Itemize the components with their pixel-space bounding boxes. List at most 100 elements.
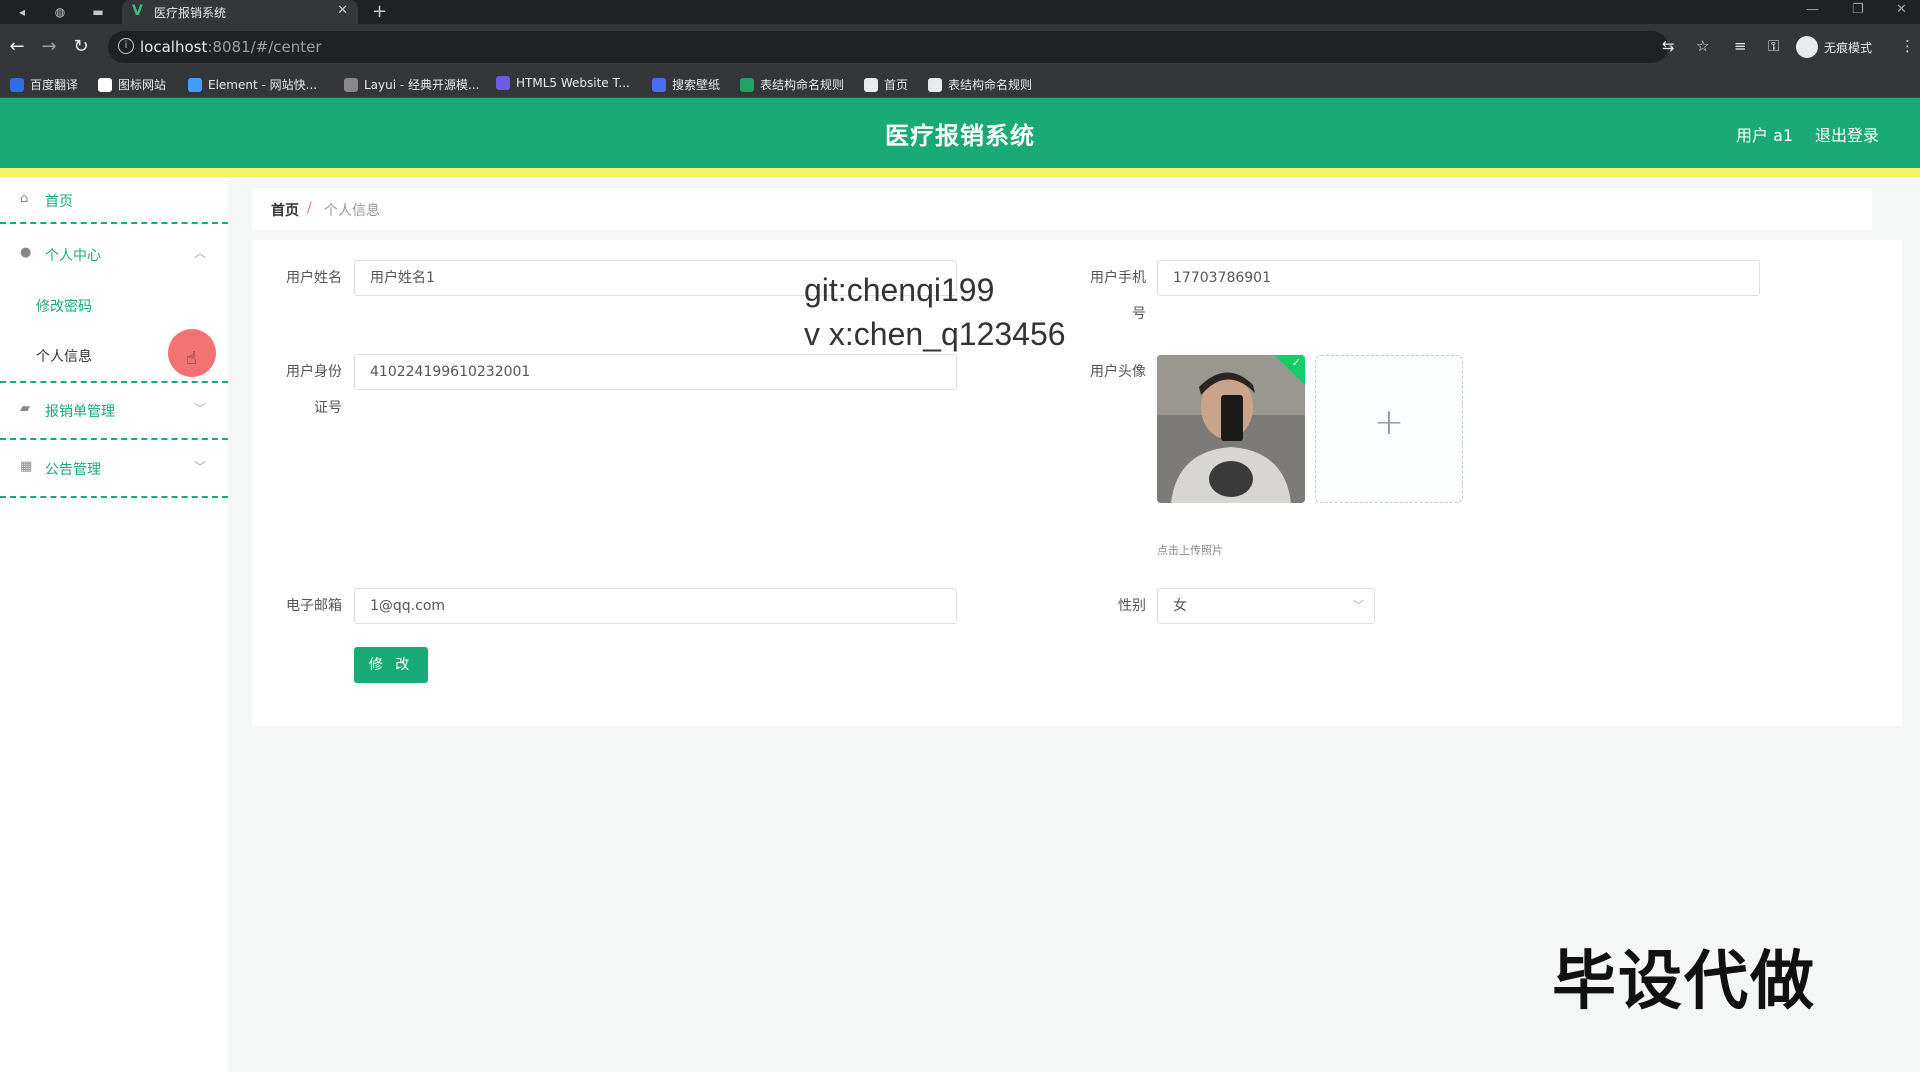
sidebar-item-reimbursement[interactable]: ▰ 报销单管理 ﹀ xyxy=(0,387,228,435)
gender-select[interactable]: 女 ﹀ xyxy=(1157,588,1375,624)
briefcase-icon: ▰ xyxy=(20,401,30,416)
plus-icon: + xyxy=(1373,402,1405,443)
address-url[interactable]: localhost:8081/#/center xyxy=(140,38,322,56)
site-info-icon[interactable]: i xyxy=(118,38,134,54)
id-number-label: 用户身份 xyxy=(286,364,342,380)
browser-menu-icon[interactable]: ⋮ xyxy=(1900,37,1915,55)
bookmark-item[interactable]: 百度翻译 xyxy=(10,76,78,93)
reload-icon[interactable]: ↻ xyxy=(70,36,92,58)
breadcrumb: 首页 / 个人信息 xyxy=(252,188,1872,230)
chevron-down-icon: ﹀ xyxy=(1353,599,1364,612)
breadcrumb-separator: / xyxy=(307,200,312,216)
sidebar-item-label: 个人中心 xyxy=(45,248,101,264)
avatar[interactable]: ✓ xyxy=(1157,355,1305,503)
key-icon[interactable]: ⚿ xyxy=(1768,37,1779,55)
sidebar-item-home[interactable]: ⌂ 首页 xyxy=(0,177,228,225)
restore-icon[interactable]: ❐ xyxy=(1852,2,1864,17)
address-bar[interactable]: i localhost:8081/#/center xyxy=(108,31,1668,63)
bookmark-favicon-icon xyxy=(188,77,202,92)
contact-watermark: v x:chen_q123456 xyxy=(804,316,1066,352)
avatar-upload-button[interactable]: + xyxy=(1315,355,1463,503)
phone-label: 用户手机 xyxy=(1090,270,1146,286)
tab-window-icon[interactable]: ▬ xyxy=(88,3,108,21)
sidebar-item-personal-center[interactable]: ● 个人中心 ︿ xyxy=(0,231,228,279)
vue-favicon-icon: V xyxy=(132,3,143,19)
sidebar-item-change-password[interactable]: 修改密码 xyxy=(36,296,92,316)
bookmark-favicon-icon xyxy=(928,77,942,92)
back-icon[interactable]: ← xyxy=(6,36,28,58)
bookmark-favicon-icon xyxy=(496,76,510,90)
bookmark-favicon-icon xyxy=(98,77,112,92)
sidebar-item-notice[interactable]: ▦ 公告管理 ﹀ xyxy=(0,445,228,493)
tab-audio-icon[interactable]: ◂ xyxy=(12,3,32,21)
bookmark-favicon-icon xyxy=(740,77,754,92)
phone-label-cont: 号 xyxy=(1132,306,1146,322)
chevron-up-icon: ︿ xyxy=(193,246,206,260)
bookmark-favicon-icon xyxy=(344,77,358,92)
new-tab-icon[interactable]: + xyxy=(372,1,387,22)
bookmark-item[interactable]: Element - 网站快... xyxy=(188,76,317,93)
browser-tab-bar: ◂ ◍ ▬ V 医疗报销系统 ✕ + — ❐ ✕ xyxy=(0,0,1920,24)
avatar-label: 用户头像 xyxy=(1090,364,1146,380)
check-icon: ✓ xyxy=(1291,356,1301,369)
bookmark-item[interactable]: 表结构命名规则 xyxy=(928,76,1032,93)
email-label: 电子邮箱 xyxy=(286,598,342,614)
bookmark-favicon-icon xyxy=(10,77,24,92)
home-icon: ⌂ xyxy=(20,191,29,206)
window-close-icon[interactable]: ✕ xyxy=(1896,2,1907,17)
sidebar-item-label: 公告管理 xyxy=(45,462,101,478)
app-header: 医疗报销系统 用户 a1 退出登录 xyxy=(0,98,1920,168)
bookmark-label: 表结构命名规则 xyxy=(948,78,1033,92)
promo-watermark: 毕设代做 xyxy=(1552,945,1816,1019)
divider xyxy=(0,438,228,440)
bookmark-item[interactable]: 表结构命名规则 xyxy=(740,76,844,93)
id-number-field[interactable]: 410224199610232001 xyxy=(354,354,957,390)
bookmark-label: 首页 xyxy=(884,78,909,92)
header-accent-stripe xyxy=(0,168,1920,177)
submit-button[interactable]: 修 改 xyxy=(354,647,428,683)
email-field[interactable]: 1@qq.com xyxy=(354,588,957,624)
bookmark-item[interactable]: Layui - 经典开源模... xyxy=(344,76,479,93)
sidebar-item-personal-info[interactable]: 个人信息 xyxy=(36,346,92,366)
current-user-label: 用户 a1 xyxy=(1736,126,1794,145)
bookmarks-bar: 百度翻译 图标网站 Element - 网站快... Layui - 经典开源模...… xyxy=(0,70,1920,98)
tab-globe-icon[interactable]: ◍ xyxy=(50,3,70,21)
tab-close-icon[interactable]: ✕ xyxy=(337,3,348,18)
sidebar-item-label: 报销单管理 xyxy=(45,404,115,420)
bookmark-favicon-icon xyxy=(652,77,666,92)
minimize-icon[interactable]: — xyxy=(1806,2,1819,17)
logout-link[interactable]: 退出登录 xyxy=(1815,122,1879,146)
breadcrumb-home[interactable]: 首页 xyxy=(271,200,299,220)
grid-icon: ▦ xyxy=(20,459,33,474)
app-title: 医疗报销系统 xyxy=(885,122,1035,150)
incognito-label: 无痕模式 xyxy=(1824,40,1873,55)
incognito-icon xyxy=(1796,36,1818,58)
gender-selected-value: 女 xyxy=(1173,598,1187,614)
reading-list-icon[interactable]: ≡ xyxy=(1734,37,1747,55)
bookmark-item[interactable]: HTML5 Website T... xyxy=(496,76,630,90)
tab-title: 医疗报销系统 xyxy=(154,6,227,20)
bookmark-item[interactable]: 搜索壁纸 xyxy=(652,76,720,93)
bookmark-label: 图标网站 xyxy=(118,78,167,92)
divider xyxy=(0,381,228,383)
profile-form-card xyxy=(252,240,1902,726)
bookmark-favicon-icon xyxy=(864,77,878,92)
chevron-down-icon: ﹀ xyxy=(193,460,206,474)
sidebar-item-label: 首页 xyxy=(45,194,73,210)
git-watermark: git:chenqi199 xyxy=(804,272,995,308)
phone-field[interactable]: 17703786901 xyxy=(1157,260,1760,296)
bookmark-label: Layui - 经典开源模... xyxy=(364,78,480,92)
name-label: 用户姓名 xyxy=(286,270,342,286)
bookmark-item[interactable]: 首页 xyxy=(864,76,908,93)
browser-tab[interactable]: V 医疗报销系统 ✕ xyxy=(122,0,358,24)
bookmark-label: Element - 网站快... xyxy=(208,78,318,92)
incognito-indicator[interactable]: 无痕模式 xyxy=(1796,34,1872,60)
bookmark-item[interactable]: 图标网站 xyxy=(98,76,166,93)
bookmark-star-icon[interactable]: ☆ xyxy=(1696,37,1709,55)
forward-icon[interactable]: → xyxy=(38,36,60,58)
avatar-photo xyxy=(1157,355,1305,503)
upload-tip: 点击上传照片 xyxy=(1157,544,1223,557)
bookmark-label: HTML5 Website T... xyxy=(516,76,630,90)
bookmark-label: 百度翻译 xyxy=(30,78,79,92)
translate-icon[interactable]: ⇆ xyxy=(1662,37,1675,55)
